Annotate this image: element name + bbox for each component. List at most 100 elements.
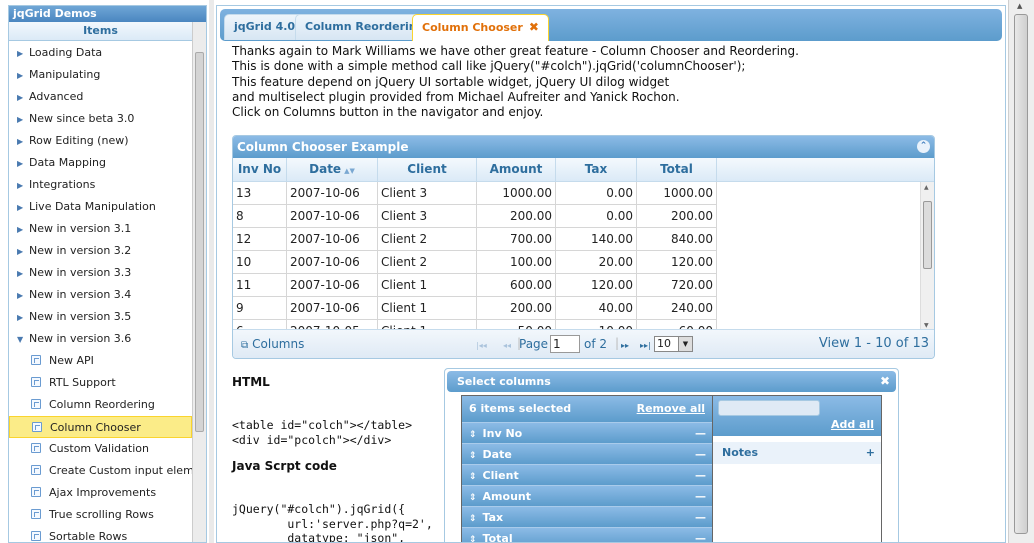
column-header[interactable]: Total [637,158,717,182]
sidebar-item[interactable]: New API [9,350,192,372]
selected-column-item[interactable]: ⇕ Total — [462,527,712,542]
collapsed-arrow-icon[interactable]: ▶ [17,65,27,86]
sidebar-item[interactable]: ▶ Row Editing (new) [9,130,192,152]
columns-button[interactable]: ⧉ Columns [241,336,304,354]
remove-icon[interactable]: — [695,423,706,444]
selected-column-item[interactable]: ⇕ Tax — [462,506,712,527]
first-page-icon[interactable]: |◂◂ [476,338,487,354]
sidebar-item[interactable]: ▶ Data Mapping [9,152,192,174]
panel-splitter[interactable] [209,0,214,543]
sidebar-item[interactable]: ▶ New in version 3.3 [9,262,192,284]
sidebar-item[interactable]: Custom Validation [9,438,192,460]
collapsed-arrow-icon[interactable]: ▶ [17,175,27,196]
sidebar-scroll-thumb[interactable] [195,52,204,432]
add-all-link[interactable]: Add all [831,418,874,431]
table-row[interactable]: 8 2007-10-06 Client 3 200.00 0.00 200.00 [233,205,934,228]
table-cell: 120.00 [637,251,717,274]
column-header[interactable]: Tax [556,158,637,182]
table-row[interactable]: 11 2007-10-06 Client 1 600.00 120.00 720.00 [233,274,934,297]
grid-scrollbar[interactable]: ▲ ▼ [920,182,934,331]
drag-handle-icon[interactable]: ⇕ [469,535,477,542]
tab-column-chooser[interactable]: Column Chooser ✖ [412,14,549,41]
collapsed-arrow-icon[interactable]: ▶ [17,307,27,328]
column-header[interactable]: Inv No [233,158,287,182]
sidebar-item[interactable]: ▶ New in version 3.1 [9,218,192,240]
dialog-title-bar[interactable]: Select columns ✖ [447,371,896,392]
remove-icon[interactable]: — [695,528,706,542]
collapsed-arrow-icon[interactable]: ▶ [17,153,27,174]
sidebar-item[interactable]: ▶ Advanced [9,86,192,108]
rows-per-page-select[interactable]: 10 ▼ [654,336,693,352]
table-row[interactable]: 9 2007-10-06 Client 1 200.00 40.00 240.00 [233,297,934,320]
collapsed-arrow-icon[interactable]: ▶ [17,285,27,306]
sidebar-item[interactable]: Column Chooser [9,416,192,438]
sidebar-item[interactable]: ▶ Manipulating [9,64,192,86]
selected-column-item[interactable]: ⇕ Inv No — [462,422,712,443]
search-input[interactable] [718,400,820,416]
sidebar-scrollbar[interactable] [192,22,206,542]
sidebar-item[interactable]: ▶ New in version 3.4 [9,284,192,306]
collapse-icon[interactable]: ⌃ [917,140,930,153]
sidebar-item[interactable]: Create Custom input element [9,460,192,482]
collapsed-arrow-icon[interactable]: ▶ [17,197,27,218]
selected-column-item[interactable]: ⇕ Client — [462,464,712,485]
selected-column-item[interactable]: ⇕ Date — [462,443,712,464]
sidebar-item[interactable]: ▼ New in version 3.6 [9,328,192,350]
sort-icon[interactable]: ▲▼ [344,167,355,175]
prev-page-icon[interactable]: ◂◂ [503,338,511,354]
last-page-icon[interactable]: ▸▸| [640,338,651,354]
column-header[interactable]: Amount [477,158,556,182]
collapsed-arrow-icon[interactable]: ▶ [17,219,27,240]
page-scroll-thumb[interactable] [1014,14,1028,534]
next-page-icon[interactable]: ▸▸ [621,338,629,354]
drag-handle-icon[interactable]: ⇕ [469,451,477,461]
available-column-item[interactable]: Notes + [713,442,881,464]
page-number-input[interactable]: 1 [550,335,580,353]
remove-icon[interactable]: — [695,486,706,507]
demo-tree: ▶ Loading Data ▶ Manipulating ▶ Advanced ▶ New … [9,42,192,542]
table-row[interactable]: 12 2007-10-06 Client 2 700.00 140.00 840.00 [233,228,934,251]
sidebar-item[interactable]: Ajax Improvements [9,482,192,504]
table-row[interactable]: 10 2007-10-06 Client 2 100.00 20.00 120.00 [233,251,934,274]
page-icon [31,531,41,541]
sidebar-item[interactable]: True scrolling Rows [9,504,192,526]
selected-column-item[interactable]: ⇕ Amount — [462,485,712,506]
collapsed-arrow-icon[interactable]: ▶ [17,109,27,130]
remove-icon[interactable]: — [695,444,706,465]
column-header[interactable]: Client [378,158,477,182]
sidebar-item[interactable]: Sortable Rows [9,526,192,542]
sidebar-item[interactable]: ▶ New in version 3.2 [9,240,192,262]
sidebar-item[interactable]: RTL Support [9,372,192,394]
page-scrollbar[interactable]: ▲ [1008,0,1034,543]
collapsed-arrow-icon[interactable]: ▶ [17,87,27,108]
grid-scroll-thumb[interactable] [923,201,932,269]
expanded-arrow-icon[interactable]: ▼ [17,329,27,350]
collapsed-arrow-icon[interactable]: ▶ [17,241,27,262]
collapsed-arrow-icon[interactable]: ▶ [17,263,27,284]
tab-jqgrid-4[interactable]: jqGrid 4.0 [224,14,306,40]
page-count: of 2 [584,337,608,351]
drag-handle-icon[interactable]: ⇕ [469,514,477,524]
close-icon[interactable]: ✖ [880,371,890,392]
multiselect: 6 items selected Remove all ⇕ Inv No — ⇕ Dat… [461,395,882,542]
add-icon[interactable]: + [866,442,875,464]
drag-handle-icon[interactable]: ⇕ [469,430,477,440]
remove-icon[interactable]: — [695,507,706,528]
sidebar-item[interactable]: ▶ Integrations [9,174,192,196]
sidebar-item[interactable]: ▶ New in version 3.5 [9,306,192,328]
collapsed-arrow-icon[interactable]: ▶ [17,43,27,64]
scroll-up-icon[interactable]: ▲ [1017,2,1022,10]
column-header[interactable]: Date ▲▼ [287,158,378,182]
sidebar-item[interactable]: ▶ New since beta 3.0 [9,108,192,130]
remove-all-link[interactable]: Remove all [637,396,705,422]
close-tab-icon[interactable]: ✖ [529,20,539,34]
remove-icon[interactable]: — [695,465,706,486]
drag-handle-icon[interactable]: ⇕ [469,493,477,503]
drag-handle-icon[interactable]: ⇕ [469,472,477,482]
sidebar-item[interactable]: ▶ Loading Data [9,42,192,64]
collapsed-arrow-icon[interactable]: ▶ [17,131,27,152]
table-cell: 0.00 [556,182,637,205]
sidebar-item[interactable]: ▶ Live Data Manipulation [9,196,192,218]
table-row[interactable]: 13 2007-10-06 Client 3 1000.00 0.00 1000.00 [233,182,934,205]
sidebar-item[interactable]: Column Reordering [9,394,192,416]
